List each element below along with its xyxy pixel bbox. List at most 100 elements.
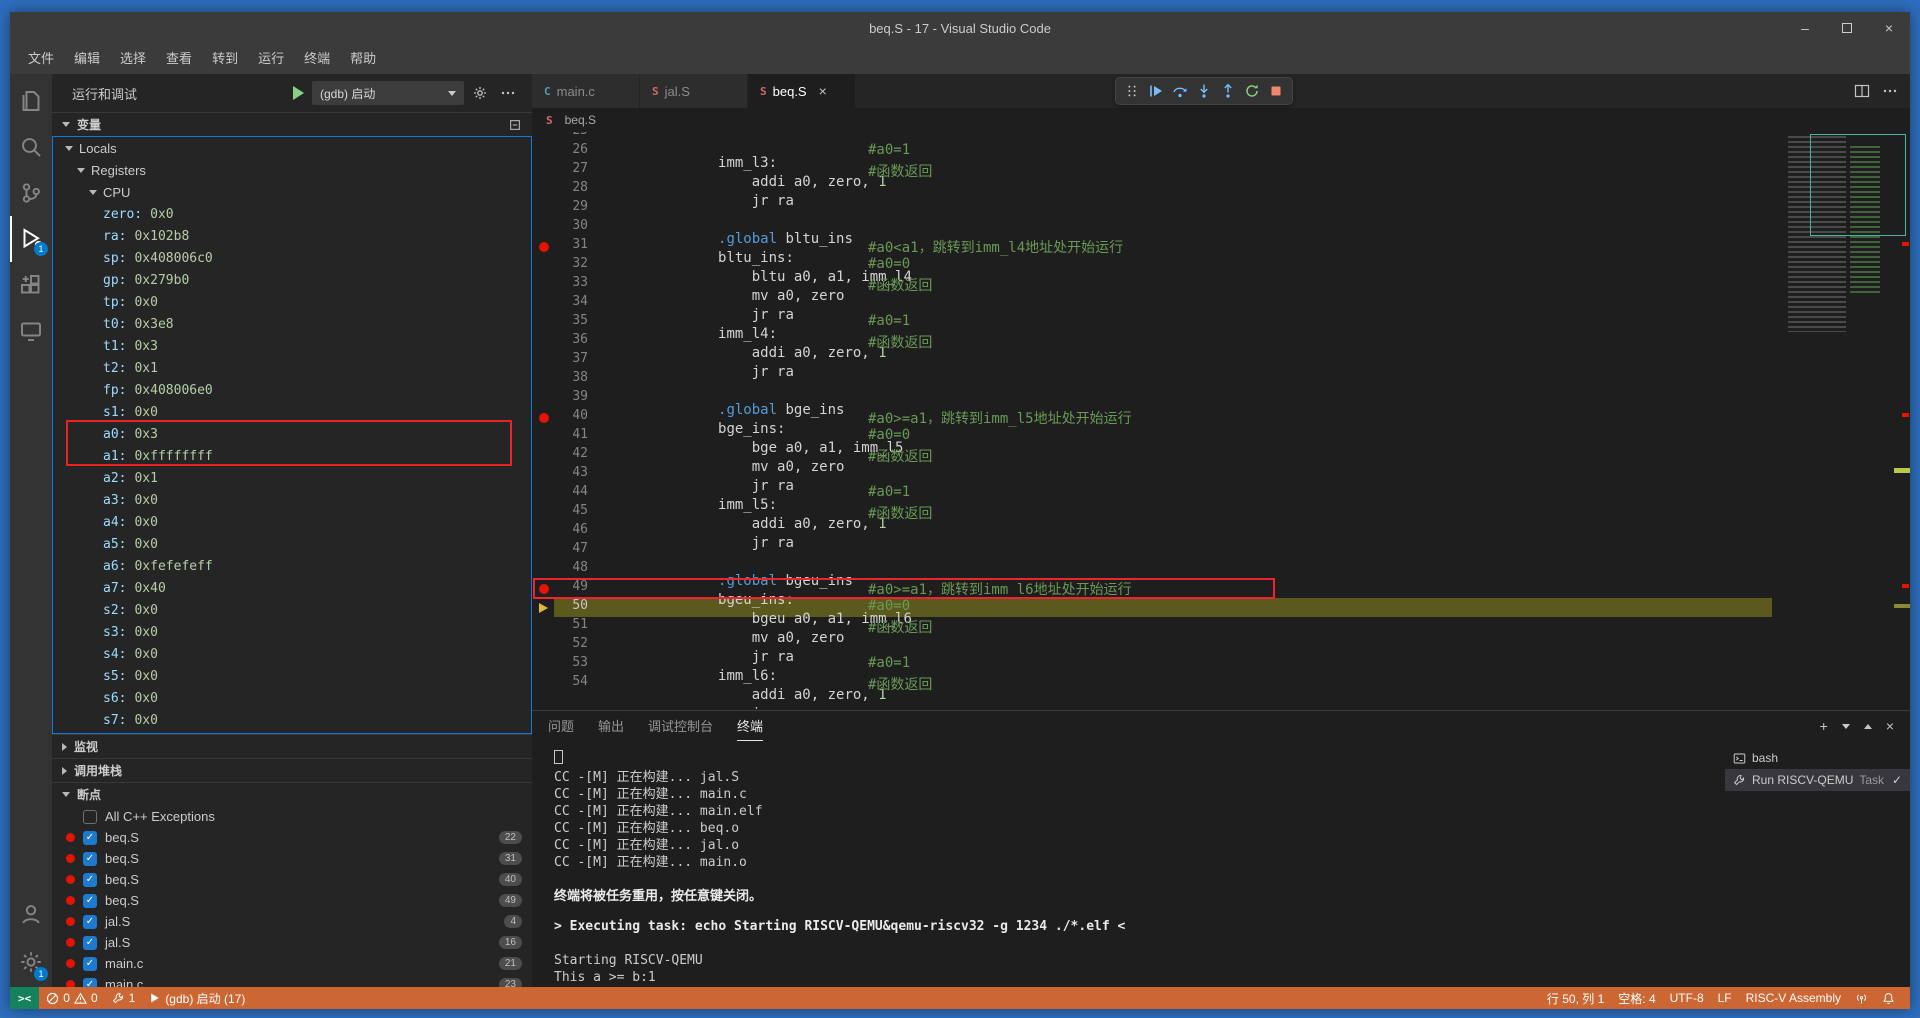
breakpoint-gutter[interactable] [532, 541, 554, 560]
breakpoint-checkbox[interactable]: ✓ [83, 894, 97, 908]
variable-row[interactable]: a5: 0x0 [53, 533, 531, 555]
breakpoint-checkbox[interactable]: ✓ [83, 831, 97, 845]
close-panel-icon[interactable]: × [1886, 718, 1894, 734]
code-line[interactable]: 31 bltu a0, a1, imm_l4 #a0<a1，跳转到imm_l4地… [532, 237, 1782, 256]
breakpoint-gutter[interactable] [532, 408, 554, 427]
breakpoint-checkbox[interactable]: ✓ [83, 810, 97, 824]
breakpoint-row[interactable]: ✓ All C++ Exceptions [52, 806, 532, 827]
code-line[interactable]: 26 addi a0, zero, 1 #a0=1 [532, 142, 1782, 161]
restart-button[interactable] [1240, 79, 1264, 103]
breakpoint-gutter[interactable] [532, 256, 554, 275]
breakpoint-gutter[interactable] [532, 332, 554, 351]
code-line[interactable]: 48 bgeu_ins: [532, 560, 1782, 579]
code-line[interactable]: 54 jr ra #函数返回 [532, 674, 1782, 693]
breadcrumb[interactable]: S beq.S [532, 108, 1910, 132]
variable-row[interactable]: a6: 0xfefefeff [53, 555, 531, 577]
menu-item[interactable]: 转到 [202, 48, 248, 70]
breakpoint-gutter[interactable] [532, 142, 554, 161]
code-line[interactable]: 40 bge a0, a1, imm_l5 #a0>=a1，跳转到imm_l5地… [532, 408, 1782, 427]
terminal-list-item-task[interactable]: Run RISCV-QEMU Task ✓ [1725, 769, 1910, 791]
explorer-icon[interactable] [10, 78, 52, 124]
minimize-button[interactable]: – [1784, 12, 1826, 44]
launch-config-dropdown[interactable]: (gdb) 启动 [312, 81, 464, 105]
variable-row[interactable]: t1: 0x3 [53, 335, 531, 357]
breakpoint-gutter[interactable] [532, 351, 554, 370]
breakpoint-gutter[interactable] [532, 427, 554, 446]
menu-item[interactable]: 编辑 [64, 48, 110, 70]
variable-row[interactable]: s4: 0x0 [53, 643, 531, 665]
eol-sequence[interactable]: LF [1711, 987, 1739, 1009]
code-line[interactable]: 33 jr ra #函数返回 [532, 275, 1782, 294]
variable-row[interactable]: ra: 0x102b8 [53, 225, 531, 247]
breakpoint-checkbox[interactable]: ✓ [83, 978, 97, 988]
variable-row[interactable]: a7: 0x40 [53, 577, 531, 599]
breakpoint-gutter[interactable] [532, 484, 554, 503]
breakpoint-gutter[interactable] [532, 275, 554, 294]
breakpoint-checkbox[interactable]: ✓ [83, 957, 97, 971]
breakpoint-gutter[interactable] [532, 446, 554, 465]
variable-row[interactable]: sp: 0x408006c0 [53, 247, 531, 269]
menu-item[interactable]: 终端 [294, 48, 340, 70]
code-area[interactable]: 25 imm_l3: [532, 132, 1782, 693]
menu-item[interactable]: 选择 [110, 48, 156, 70]
breakpoint-row[interactable]: ✓ jal.S 16 [52, 932, 532, 953]
breakpoint-gutter[interactable] [532, 199, 554, 218]
breakpoint-checkbox[interactable]: ✓ [83, 936, 97, 950]
code-line[interactable]: 42 jr ra #函数返回 [532, 446, 1782, 465]
code-line[interactable]: 44 addi a0, zero, 1 #a0=1 [532, 484, 1782, 503]
maximize-panel-icon[interactable] [1864, 724, 1872, 729]
variable-row[interactable]: a2: 0x1 [53, 467, 531, 489]
breakpoint-row[interactable]: ✓ beq.S 40 [52, 869, 532, 890]
variable-row[interactable]: s5: 0x0 [53, 665, 531, 687]
variable-row[interactable]: tp: 0x0 [53, 291, 531, 313]
variable-row[interactable]: s1: 0x0 [53, 401, 531, 423]
breakpoint-gutter[interactable] [532, 313, 554, 332]
accounts-icon[interactable] [10, 891, 52, 937]
code-line[interactable]: 35 addi a0, zero, 1 #a0=1 [532, 313, 1782, 332]
source-control-icon[interactable] [10, 170, 52, 216]
breakpoint-row[interactable]: ✓ beq.S 49 [52, 890, 532, 911]
variable-row[interactable]: a1: 0xffffffff [53, 445, 531, 467]
panel-tab[interactable]: 输出 [598, 711, 624, 741]
breakpoint-gutter[interactable] [532, 180, 554, 199]
more-actions-icon[interactable] [1882, 83, 1898, 99]
new-terminal-icon[interactable]: + [1820, 718, 1828, 734]
bell-icon[interactable] [1875, 987, 1902, 1009]
tab-close-icon[interactable]: × [819, 83, 827, 99]
code-line[interactable]: 30 bltu_ins: [532, 218, 1782, 237]
variable-row[interactable]: t2: 0x1 [53, 357, 531, 379]
feedback-icon[interactable] [1848, 987, 1875, 1009]
menu-item[interactable]: 帮助 [340, 48, 386, 70]
breakpoint-row[interactable]: ✓ main.c 23 [52, 974, 532, 987]
code-line[interactable]: 36 jr ra #函数返回 [532, 332, 1782, 351]
breakpoint-gutter[interactable] [532, 674, 554, 693]
variable-row[interactable]: zero: 0x0 [53, 203, 531, 225]
terminal-output[interactable]: CC -[M] 正在构建... jal.SCC -[M] 正在构建... mai… [532, 741, 1725, 987]
variable-row[interactable]: a0: 0x3 [53, 423, 531, 445]
variable-row[interactable]: a4: 0x0 [53, 511, 531, 533]
variable-row[interactable]: s2: 0x0 [53, 599, 531, 621]
editor-tab[interactable]: S jal.S [640, 74, 748, 108]
variables-section-header[interactable]: 变量 [52, 112, 532, 136]
debug-settings-gear-icon[interactable] [468, 81, 492, 105]
menu-item[interactable]: 运行 [248, 48, 294, 70]
variable-row[interactable]: s6: 0x0 [53, 687, 531, 709]
variable-row[interactable]: Registers [53, 159, 531, 181]
code-line[interactable]: 39 bge_ins: [532, 389, 1782, 408]
running-tasks-status[interactable]: 1 [105, 987, 143, 1009]
start-debug-icon[interactable] [293, 86, 304, 100]
breakpoint-gutter[interactable] [532, 560, 554, 579]
breakpoint-row[interactable]: ✓ main.c 21 [52, 953, 532, 974]
step-out-button[interactable] [1216, 79, 1240, 103]
code-line[interactable]: 49 bgeu a0, a1, imm_l6 #a0>=a1，跳转到imm_l6… [532, 579, 1782, 598]
toolbar-drag-handle[interactable] [1120, 79, 1144, 103]
terminal-dropdown-icon[interactable] [1842, 724, 1850, 729]
variable-row[interactable]: fp: 0x408006e0 [53, 379, 531, 401]
breakpoint-gutter[interactable] [532, 161, 554, 180]
continue-button[interactable] [1144, 79, 1168, 103]
variable-row[interactable]: s7: 0x0 [53, 709, 531, 731]
variable-row[interactable]: s3: 0x0 [53, 621, 531, 643]
indentation[interactable]: 空格: 4 [1611, 987, 1662, 1009]
code-line[interactable]: 25 imm_l3: [532, 132, 1782, 142]
code-line[interactable]: 34 imm_l4: [532, 294, 1782, 313]
